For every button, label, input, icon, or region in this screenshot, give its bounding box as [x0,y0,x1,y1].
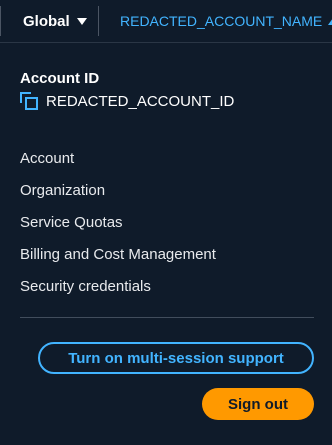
menu-item-billing[interactable]: Billing and Cost Management [0,244,332,276]
multi-session-button[interactable]: Turn on multi-session support [38,342,314,374]
caret-up-icon [328,17,332,25]
caret-down-icon [76,17,87,25]
menu-item-account[interactable]: Account [0,148,332,180]
account-id-value: REDACTED_ACCOUNT_ID [46,92,235,110]
account-menu-screen: Global REDACTED_ACCOUNT_NAME Account ID … [0,0,332,445]
sign-out-button[interactable]: Sign out [202,388,314,420]
menu-item-security-credentials[interactable]: Security credentials [0,276,332,308]
menu-item-organization[interactable]: Organization [0,180,332,212]
divider [20,317,314,318]
account-name-label: REDACTED_ACCOUNT_NAME [120,13,323,29]
region-selector-button[interactable]: Global [0,6,99,36]
account-dropdown-panel: Account ID REDACTED_ACCOUNT_ID Account O… [0,42,332,445]
copy-icon[interactable] [20,92,38,110]
account-id-row: REDACTED_ACCOUNT_ID [20,92,234,110]
account-menu-list: Account Organization Service Quotas Bill… [0,148,332,308]
top-navigation-bar: Global REDACTED_ACCOUNT_NAME [0,0,332,42]
menu-item-service-quotas[interactable]: Service Quotas [0,212,332,244]
region-label: Global [23,12,70,30]
account-menu-button[interactable]: REDACTED_ACCOUNT_NAME [120,6,332,36]
account-id-heading: Account ID [20,70,100,87]
